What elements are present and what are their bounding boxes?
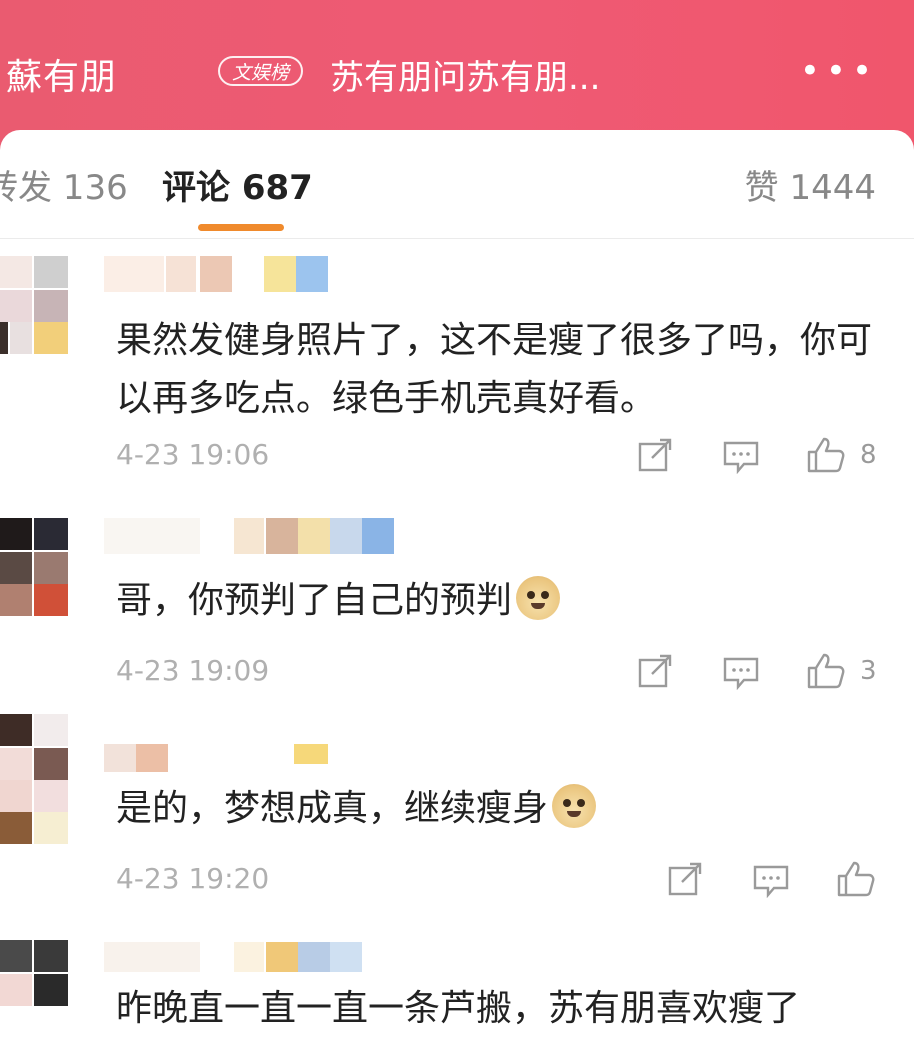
entertainment-rank-badge[interactable]: 文娱榜 [218, 56, 304, 86]
tab-reposts[interactable]: 转发 136 [0, 160, 128, 209]
avatar[interactable] [0, 256, 70, 354]
more-icon[interactable]: ••• [800, 54, 878, 88]
comment-icon[interactable] [752, 864, 790, 898]
comment-text: 是的，梦想成真，继续瘦身 [116, 780, 896, 838]
comment-text-content: 是的，梦想成真，继续瘦身 [116, 788, 549, 829]
comment-text: 哥，你预判了自己的预判 [116, 572, 896, 630]
active-tab-indicator [198, 224, 284, 231]
tab-comments[interactable]: 评论 687 [162, 160, 313, 209]
avatar[interactable] [0, 714, 70, 844]
tab-bar: 转发 136 评论 687 赞 1444 [0, 130, 914, 239]
comment-text: 果然发健身照片了，这不是瘦了很多了吗，你可以再多吃点。绿色手机壳真好看。 [116, 320, 873, 419]
avatar[interactable] [0, 518, 70, 616]
comment-icon[interactable] [722, 440, 760, 474]
share-icon[interactable] [638, 438, 674, 472]
like-icon[interactable] [806, 436, 846, 474]
back-author-name[interactable]: 蘇有朋 [6, 48, 117, 100]
like-icon[interactable] [806, 652, 846, 690]
share-icon[interactable] [668, 862, 704, 896]
doge-emoji-icon [552, 784, 597, 828]
comment-time: 4-23 19:06 [116, 438, 270, 471]
comment-time: 4-23 19:20 [116, 862, 270, 895]
comment-icon[interactable] [722, 656, 760, 690]
tab-likes[interactable]: 赞 1444 [745, 160, 876, 209]
doge-emoji-icon [516, 576, 561, 620]
comment-text-content: 哥，你预判了自己的预判 [116, 580, 513, 621]
share-icon[interactable] [638, 654, 674, 688]
comment-time: 4-23 19:09 [116, 654, 270, 687]
avatar[interactable] [0, 940, 70, 1006]
comment-text: 昨晚直一直一直一条芦搬，苏有朋喜欢瘦了 [116, 988, 801, 1029]
like-count: 3 [860, 656, 877, 686]
post-title: 苏有朋问苏有朋... [330, 58, 601, 98]
like-icon[interactable] [836, 860, 876, 898]
like-count: 8 [860, 440, 877, 470]
